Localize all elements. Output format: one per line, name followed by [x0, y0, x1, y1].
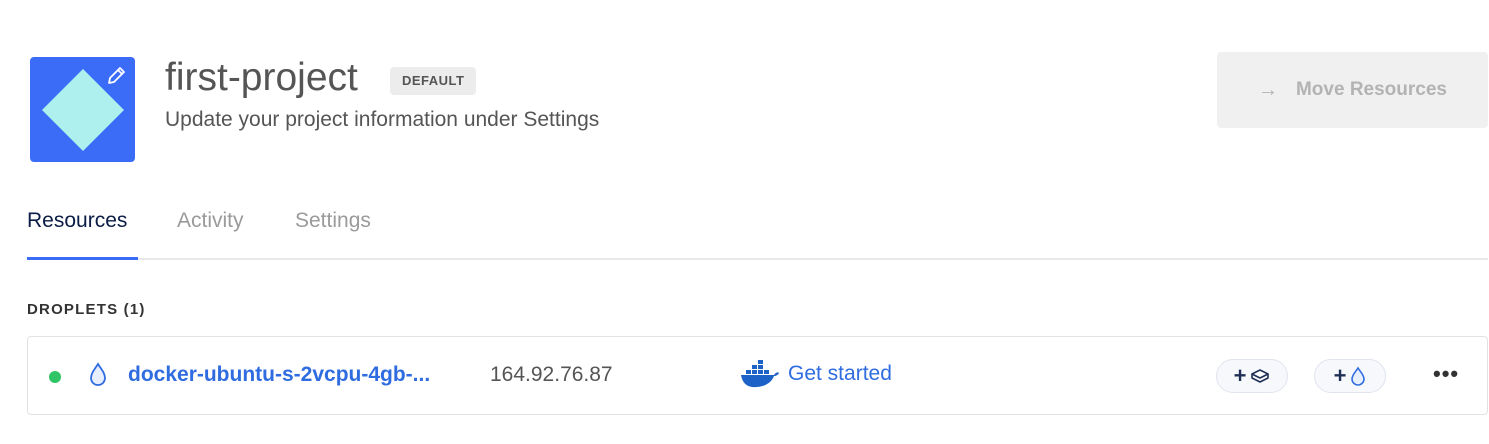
project-subtitle: Update your project information under Se…	[165, 108, 600, 131]
droplet-ip: 164.92.76.87	[490, 363, 613, 386]
add-volume-button[interactable]: +	[1216, 359, 1288, 393]
droplet-row: docker-ubuntu-s-2vcpu-4gb-... 164.92.76.…	[27, 336, 1488, 415]
droplet-icon	[1351, 366, 1366, 386]
pencil-icon[interactable]	[105, 65, 127, 87]
tab-activity[interactable]: Activity	[177, 200, 244, 260]
volume-icon	[1251, 369, 1270, 383]
arrow-right-icon: →	[1257, 78, 1278, 101]
droplets-heading: DROPLETS (1)	[27, 301, 146, 318]
docker-icon	[741, 360, 779, 388]
plus-icon: +	[1233, 363, 1247, 388]
default-badge: DEFAULT	[390, 67, 477, 95]
add-droplet-button[interactable]: +	[1314, 359, 1386, 393]
more-options-icon[interactable]: •••	[1433, 363, 1459, 385]
get-started-link[interactable]: Get started	[788, 362, 892, 386]
status-running-icon	[49, 371, 61, 383]
move-resources-label: Move Resources	[1295, 79, 1447, 100]
droplet-icon	[90, 362, 106, 386]
tab-bar: Resources Activity Settings	[27, 200, 1488, 260]
tab-resources[interactable]: Resources	[27, 200, 138, 260]
project-icon[interactable]	[30, 57, 135, 162]
plus-icon: +	[1333, 363, 1347, 388]
move-resources-button[interactable]: → Move Resources	[1217, 52, 1488, 128]
tab-settings[interactable]: Settings	[295, 200, 371, 260]
project-title: first-project	[165, 56, 358, 99]
droplet-name-link[interactable]: docker-ubuntu-s-2vcpu-4gb-...	[128, 363, 430, 387]
